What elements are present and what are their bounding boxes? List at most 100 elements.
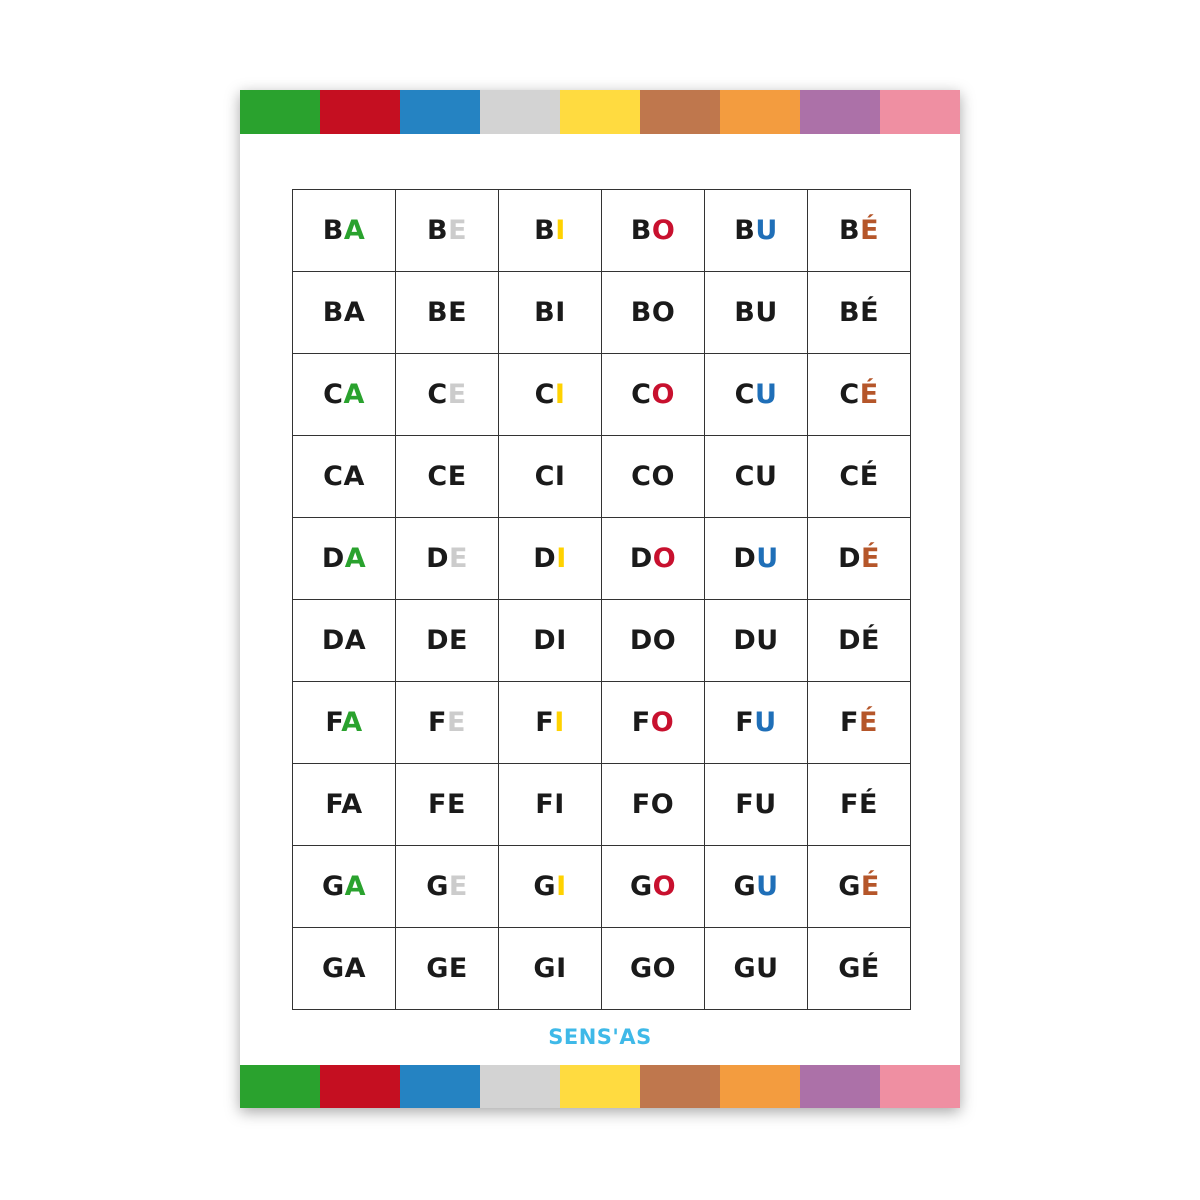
- vowel: A: [344, 625, 367, 656]
- vowel: O: [650, 707, 675, 738]
- vowel: E: [447, 461, 467, 492]
- grid-row: CA CE CI CO CU CÉ: [292, 435, 911, 518]
- vowel: A: [344, 543, 367, 574]
- grid-row: GA GE GI GO GU GÉ: [292, 927, 911, 1010]
- grid-row: BA BE BI BO BU BÉ: [292, 271, 911, 354]
- syllable-cell: FÉ: [807, 681, 911, 764]
- vowel: É: [860, 625, 880, 656]
- syllable-cell: CÉ: [807, 435, 911, 518]
- vowel: O: [651, 461, 675, 492]
- vowel: E: [447, 789, 466, 820]
- syllable-grid: BA BE BI BO BU BÉ BA BE BI BO BU BÉ CA CE CI CO CU CÉ CA CE…: [292, 189, 911, 1010]
- vowel: U: [756, 543, 779, 574]
- syllable-cell: GE: [395, 845, 499, 928]
- vowel: A: [343, 379, 365, 410]
- bottom-color-bar: [240, 1065, 960, 1108]
- vowel: É: [859, 379, 879, 410]
- color-swatch: [560, 90, 640, 134]
- vowel: É: [859, 461, 879, 492]
- vowel: E: [447, 379, 467, 410]
- color-swatch: [800, 1065, 880, 1108]
- consonant: G: [733, 953, 757, 984]
- vowel: O: [652, 871, 677, 902]
- vowel: É: [860, 953, 880, 984]
- consonant: F: [735, 707, 755, 738]
- consonant: D: [321, 543, 345, 574]
- color-swatch: [880, 90, 960, 134]
- syllable-cell: CI: [498, 353, 602, 436]
- color-swatch: [480, 90, 560, 134]
- consonant: D: [533, 625, 557, 656]
- syllable-cell: BÉ: [807, 271, 911, 354]
- consonant: B: [534, 215, 556, 246]
- consonant: F: [325, 707, 342, 738]
- syllable-cell: BO: [601, 271, 705, 354]
- consonant: B: [734, 297, 756, 328]
- syllable-cell: CÉ: [807, 353, 911, 436]
- vowel: U: [754, 789, 777, 820]
- consonant: D: [629, 625, 653, 656]
- consonant: G: [533, 953, 557, 984]
- consonant: F: [631, 789, 651, 820]
- color-swatch: [640, 90, 720, 134]
- syllable-cell: CO: [601, 353, 705, 436]
- consonant: D: [629, 543, 653, 574]
- consonant: G: [533, 871, 557, 902]
- vowel: A: [344, 871, 367, 902]
- vowel: É: [859, 707, 878, 738]
- color-swatch: [240, 1065, 320, 1108]
- vowel: I: [556, 543, 567, 574]
- consonant: C: [839, 379, 860, 410]
- consonant: G: [321, 871, 345, 902]
- vowel: A: [344, 953, 367, 984]
- consonant: G: [629, 953, 653, 984]
- top-color-bar: [240, 90, 960, 134]
- consonant: C: [839, 461, 860, 492]
- consonant: F: [535, 789, 555, 820]
- vowel: E: [448, 215, 468, 246]
- color-swatch: [560, 1065, 640, 1108]
- consonant: B: [734, 215, 756, 246]
- vowel: É: [860, 543, 880, 574]
- consonant: B: [322, 215, 344, 246]
- vowel: U: [754, 461, 778, 492]
- consonant: C: [734, 461, 755, 492]
- syllable-cell: DE: [395, 599, 499, 682]
- vowel: I: [555, 297, 566, 328]
- grid-row: GA GE GI GO GU GÉ: [292, 845, 911, 928]
- consonant: G: [733, 871, 757, 902]
- consonant: F: [535, 707, 555, 738]
- consonant: F: [428, 789, 447, 820]
- syllable-cell: DA: [292, 517, 396, 600]
- syllable-cell: GU: [704, 927, 808, 1010]
- color-swatch: [320, 1065, 400, 1108]
- vowel: I: [556, 625, 567, 656]
- consonant: F: [840, 707, 859, 738]
- syllable-cell: DU: [704, 517, 808, 600]
- vowel: O: [652, 625, 677, 656]
- syllable-cell: FE: [395, 763, 499, 846]
- vowel: E: [448, 953, 468, 984]
- consonant: C: [631, 379, 652, 410]
- vowel: I: [554, 789, 565, 820]
- syllable-cell: GA: [292, 845, 396, 928]
- consonant: D: [733, 625, 757, 656]
- vowel: I: [555, 215, 566, 246]
- vowel: A: [343, 215, 366, 246]
- vowel: O: [651, 379, 675, 410]
- grid-row: DA DE DI DO DU DÉ: [292, 517, 911, 600]
- color-swatch: [880, 1065, 960, 1108]
- syllable-cell: BE: [395, 189, 499, 272]
- vowel: I: [556, 871, 567, 902]
- grid-row: FA FE FI FO FU FÉ: [292, 763, 911, 846]
- consonant: F: [325, 789, 342, 820]
- color-swatch: [240, 90, 320, 134]
- syllable-cell: GO: [601, 927, 705, 1010]
- syllable-cell: FE: [395, 681, 499, 764]
- syllable-cell: DO: [601, 599, 705, 682]
- syllable-cell: BÉ: [807, 189, 911, 272]
- consonant: D: [321, 625, 345, 656]
- grid-row: FA FE FI FO FU FÉ: [292, 681, 911, 764]
- syllable-cell: GI: [498, 845, 602, 928]
- vowel: A: [343, 461, 365, 492]
